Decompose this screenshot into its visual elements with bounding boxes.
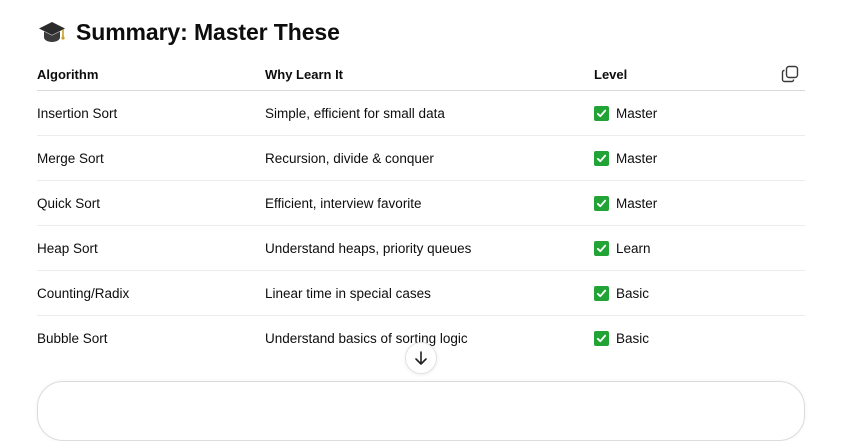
level-cell: Master [594, 195, 805, 211]
table-header: Algorithm Why Learn It Level [37, 58, 805, 91]
level-cell: Basic [594, 330, 805, 346]
check-mark-button-icon [594, 150, 609, 166]
algorithm-cell: Heap Sort [37, 240, 98, 256]
algorithm-cell: Quick Sort [37, 195, 101, 211]
why-cell: Understand heaps, priority queues [265, 240, 472, 256]
arrow-down-icon [413, 350, 429, 366]
level-cell: Basic [594, 285, 805, 301]
message-composer[interactable] [37, 381, 805, 441]
copy-icon[interactable] [781, 65, 799, 83]
column-header-algorithm: Algorithm [37, 66, 99, 82]
why-cell: Understand basics of sorting logic [265, 330, 468, 346]
why-cell: Recursion, divide & conquer [265, 150, 434, 166]
level-cell: Master [594, 105, 805, 121]
algorithm-cell: Counting/Radix [37, 285, 130, 301]
graduation-cap-icon [37, 19, 67, 45]
table-row: Insertion Sort Simple, efficient for sma… [37, 91, 805, 136]
scroll-to-bottom-button[interactable] [405, 342, 437, 374]
table-row: Counting/Radix Linear time in special ca… [37, 271, 805, 316]
check-mark-button-icon [594, 105, 609, 121]
level-label: Learn [616, 240, 651, 256]
column-header-level: Level [594, 66, 628, 82]
check-mark-button-icon [594, 195, 609, 211]
level-label: Master [616, 105, 658, 121]
why-cell: Linear time in special cases [265, 285, 431, 301]
level-cell: Learn [594, 240, 805, 256]
why-cell: Simple, efficient for small data [265, 105, 445, 121]
column-header-why: Why Learn It [265, 66, 344, 82]
table-row: Quick Sort Efficient, interview favorite… [37, 181, 805, 226]
table-row: Heap Sort Understand heaps, priority que… [37, 226, 805, 271]
algorithm-cell: Merge Sort [37, 150, 104, 166]
algorithm-cell: Bubble Sort [37, 330, 108, 346]
section-heading: Summary: Master These [37, 14, 340, 50]
why-cell: Efficient, interview favorite [265, 195, 422, 211]
level-label: Master [616, 195, 658, 211]
level-label: Master [616, 150, 658, 166]
level-label: Basic [616, 330, 650, 346]
check-mark-button-icon [594, 330, 609, 346]
algorithm-cell: Insertion Sort [37, 105, 118, 121]
check-mark-button-icon [594, 285, 609, 301]
summary-table: Algorithm Why Learn It Level Insertion S… [37, 58, 805, 360]
check-mark-button-icon [594, 240, 609, 256]
section-title: Summary: Master These [76, 18, 340, 45]
level-label: Basic [616, 285, 650, 301]
table-row: Merge Sort Recursion, divide & conquer M… [37, 136, 805, 181]
level-cell: Master [594, 150, 805, 166]
